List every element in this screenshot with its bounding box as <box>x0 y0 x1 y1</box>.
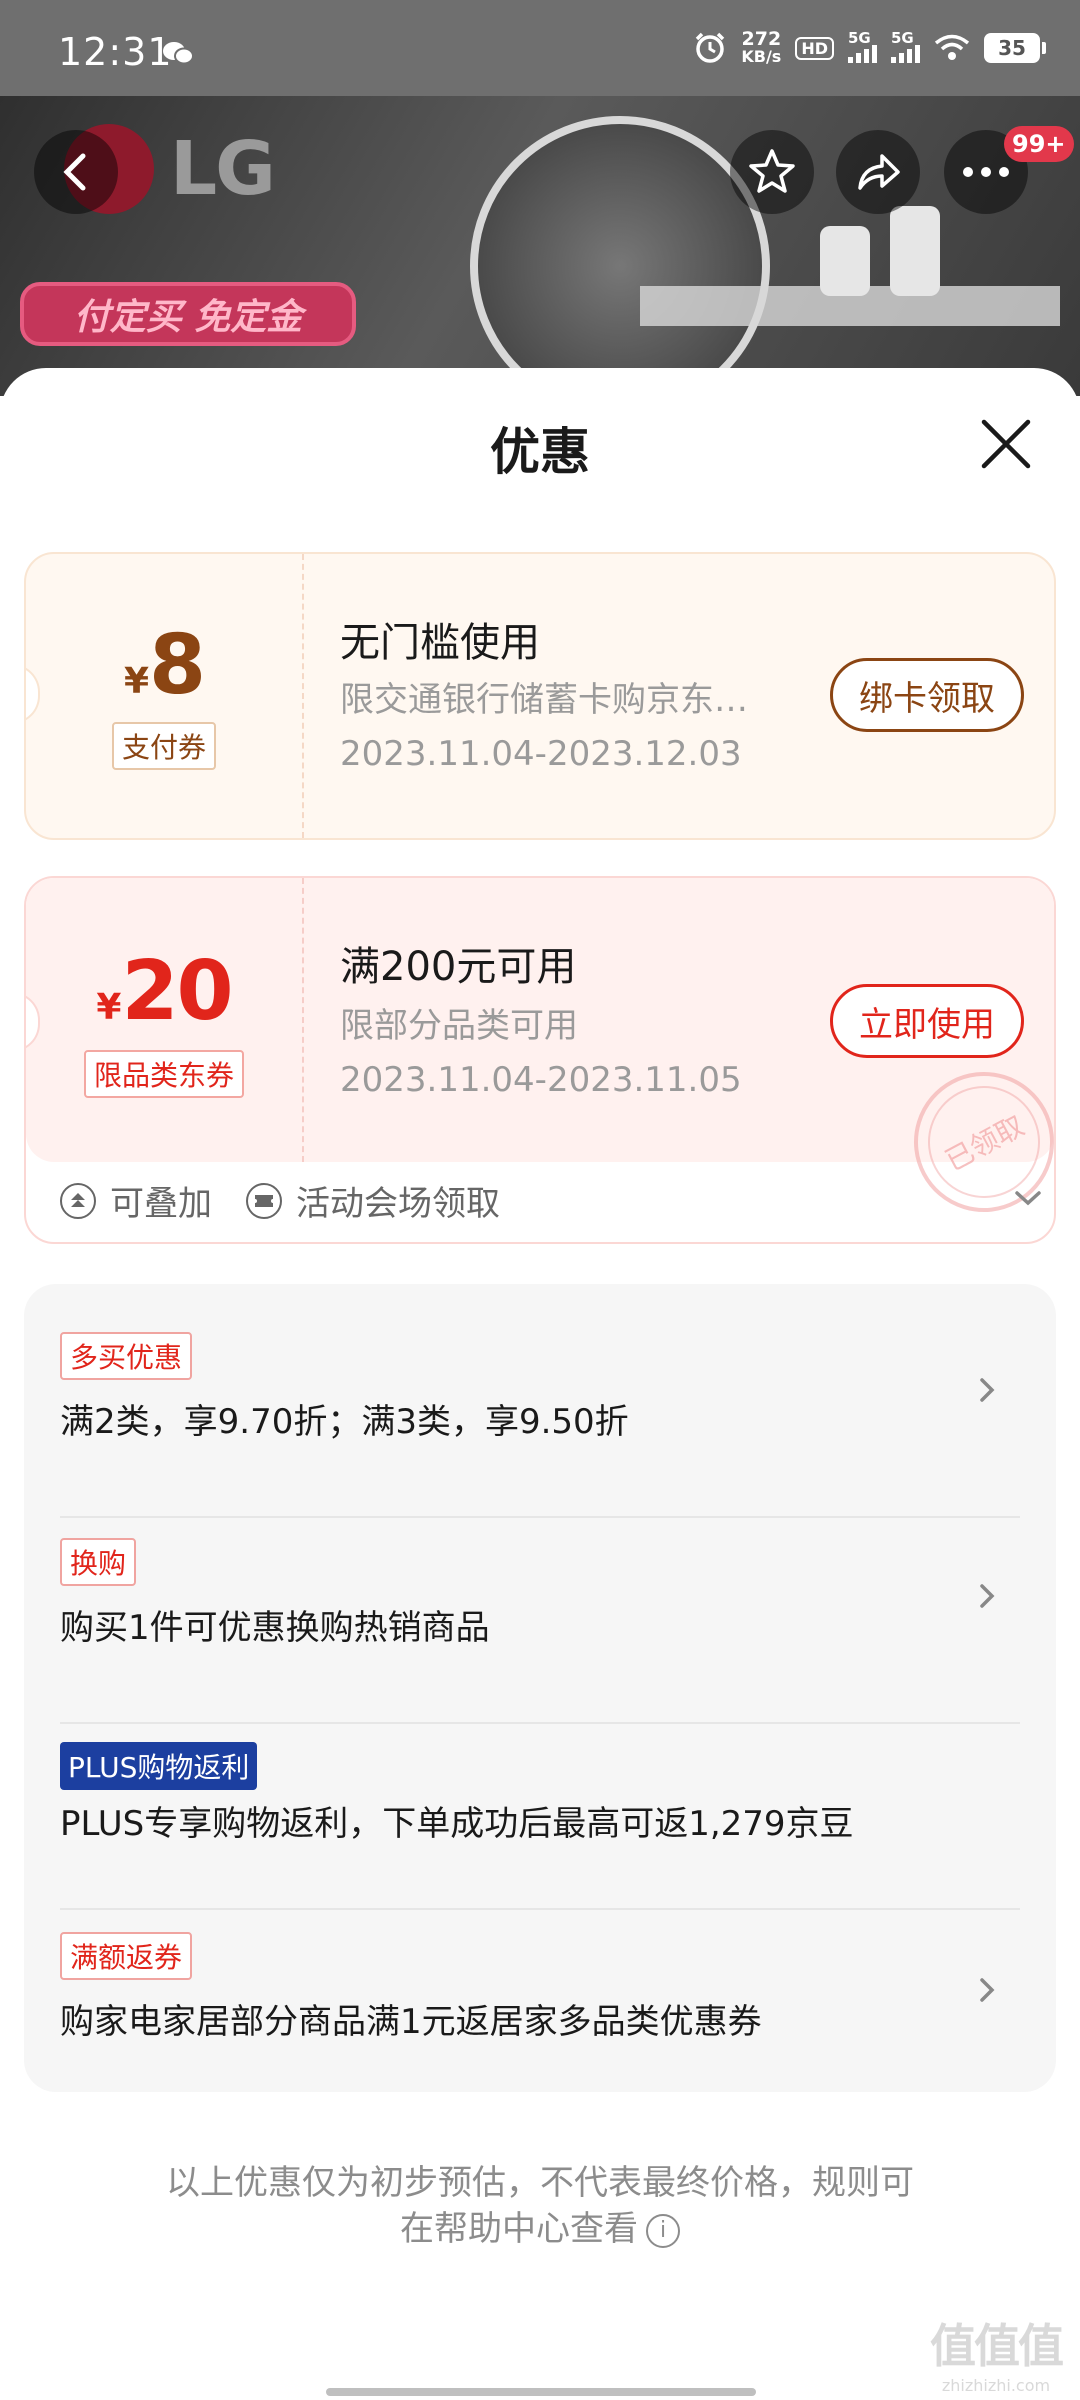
promotion-tag: 换购 <box>60 1538 137 1586</box>
promotion-item[interactable]: 多买优惠 满2类，享9.70折；满3类，享9.50折 <box>60 1332 1044 1443</box>
promotion-tag: 多买优惠 <box>60 1332 193 1380</box>
ticket-icon <box>246 1182 282 1219</box>
discount-sheet: 优惠 ¥8 支付券 无门槛使用 限交通银行储蓄卡购京东… 2023.11.04-… <box>0 368 1080 2400</box>
chevron-left-icon <box>63 153 86 191</box>
coupon-date-range: 2023.11.04-2023.12.03 <box>340 734 742 774</box>
coupon-footer: 可叠加 活动会场领取 <box>60 1176 500 1225</box>
share-icon <box>858 154 900 190</box>
coupon-source-label: 活动会场领取 <box>296 1184 500 1224</box>
coupon-title: 满200元可用 <box>340 944 577 990</box>
disclaimer-line-2: 在帮助中心查看 <box>400 2209 638 2249</box>
watermark: 值值值 zhizhizhi.com <box>930 2319 1064 2395</box>
promotion-text: 满2类，享9.70折；满3类，享9.50折 <box>60 1402 629 1442</box>
alarm-icon <box>696 32 725 63</box>
divider <box>60 1908 1020 1910</box>
chevron-right-icon <box>980 1978 995 2002</box>
promotion-text: 购买1件可优惠换购热销商品 <box>60 1608 490 1648</box>
more-dots-icon <box>963 167 1009 177</box>
share-button[interactable] <box>836 130 920 214</box>
promotion-item: PLUS购物返利 PLUS专享购物返利，下单成功后最高可返1,279京豆 <box>60 1742 1044 1845</box>
use-now-button[interactable]: 立即使用 <box>830 984 1024 1058</box>
stackable-label: 可叠加 <box>110 1184 212 1224</box>
coupon-type-tag: 支付券 <box>111 722 216 770</box>
back-button[interactable] <box>34 130 118 214</box>
wifi-icon <box>934 34 970 60</box>
net-speed: 272 KB/s <box>741 28 782 66</box>
divider <box>60 1722 1020 1724</box>
promotion-item[interactable]: 换购 购买1件可优惠换购热销商品 <box>60 1538 1044 1649</box>
star-icon <box>749 149 795 193</box>
status-time: 12:31 <box>58 30 173 74</box>
coupon-date-range: 2023.11.04-2023.11.05 <box>340 1060 742 1100</box>
product-image-header: LG 付定买 免定金 99+ <box>0 96 1080 396</box>
chevron-right-icon <box>980 1378 995 1402</box>
coupon-subtitle: 限交通银行储蓄卡购京东… <box>340 680 748 720</box>
favorite-button[interactable] <box>730 130 814 214</box>
coupon-amount: ¥20 <box>96 944 233 1039</box>
home-indicator[interactable] <box>326 2388 756 2396</box>
info-icon[interactable]: i <box>646 2213 680 2248</box>
signal-2-icon: 5G <box>891 29 920 63</box>
brand-logo-text: LG <box>170 126 276 212</box>
plus-rebate-tag: PLUS购物返利 <box>60 1742 258 1790</box>
promotion-text: PLUS专享购物返利，下单成功后最高可返1,279京豆 <box>60 1804 854 1844</box>
coupon-amount: ¥8 <box>123 618 206 713</box>
promotion-item[interactable]: 满额返券 购家电家居部分商品满1元返居家多品类优惠券 <box>60 1932 1044 2043</box>
chevron-right-icon <box>980 1584 995 1608</box>
coupon-subtitle: 限部分品类可用 <box>340 1006 578 1046</box>
coupon-title: 无门槛使用 <box>340 620 540 666</box>
bind-card-claim-button[interactable]: 绑卡领取 <box>830 658 1024 732</box>
stackable-icon <box>60 1182 96 1219</box>
coupon-card-payment: ¥8 支付券 无门槛使用 限交通银行储蓄卡购京东… 2023.11.04-202… <box>24 552 1056 840</box>
disclaimer-line-1: 以上优惠仅为初步预估，不代表最终价格，规则可 <box>166 2163 914 2203</box>
sheet-title: 优惠 <box>490 423 590 481</box>
promotion-list: 多买优惠 满2类，享9.70折；满3类，享9.50折 换购 购买1件可优惠换购热… <box>24 1284 1056 2092</box>
coupon-type-tag: 限品类东券 <box>83 1050 244 1098</box>
disclaimer: 以上优惠仅为初步预估，不代表最终价格，规则可 在帮助中心查看 i <box>0 2160 1080 2252</box>
notification-badge: 99+ <box>1004 126 1074 162</box>
promotion-text: 购家电家居部分商品满1元返居家多品类优惠券 <box>60 2002 762 2042</box>
close-button[interactable] <box>978 416 1034 472</box>
product-mirror-image <box>470 116 770 396</box>
divider <box>60 1516 1020 1518</box>
status-bar: 12:31 272 KB/s HD 5G 5G 35 <box>0 0 1080 96</box>
status-right: 272 KB/s HD 5G 5G 35 <box>693 26 1046 70</box>
promo-banner: 付定买 免定金 <box>20 282 356 346</box>
wechat-icon <box>163 42 194 65</box>
signal-1-icon: 5G <box>848 29 877 63</box>
chevron-down-icon[interactable] <box>1014 1188 1042 1208</box>
promotion-tag: 满额返券 <box>60 1932 193 1980</box>
coupon-card-jd: ¥20 限品类东券 满200元可用 限部分品类可用 2023.11.04-202… <box>24 876 1056 1244</box>
battery-icon: 35 <box>984 33 1046 63</box>
hd-badge: HD <box>795 36 834 60</box>
